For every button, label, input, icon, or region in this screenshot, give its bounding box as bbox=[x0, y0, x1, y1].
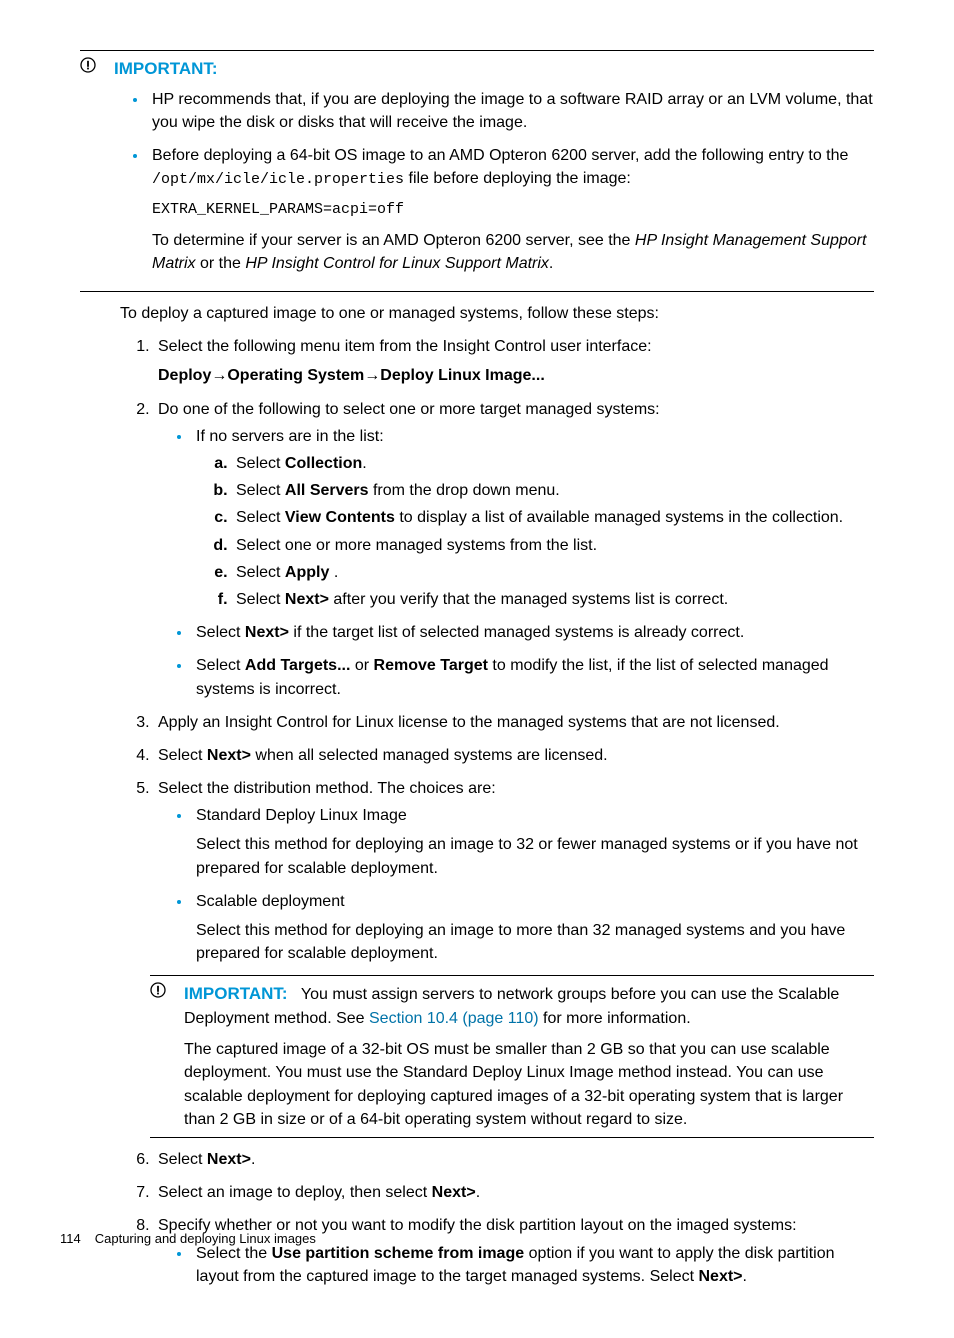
text: after you verify that the managed system… bbox=[329, 591, 728, 608]
option-desc: Select this method for deploying an imag… bbox=[196, 919, 874, 965]
option-name: Scalable deployment bbox=[196, 893, 345, 910]
rule-top bbox=[80, 50, 874, 51]
section-link[interactable]: Section 10.4 (page 110) bbox=[369, 1010, 539, 1027]
intro-text: To deploy a captured image to one or man… bbox=[120, 302, 874, 325]
text: or bbox=[350, 657, 373, 674]
ui-ref: Remove Target bbox=[374, 657, 488, 674]
imp2-para2: The captured image of a 32-bit OS must b… bbox=[184, 1038, 874, 1131]
step5-sub1: Standard Deploy Linux Image Select this … bbox=[192, 804, 874, 880]
text: Before deploying a 64-bit OS image to an… bbox=[152, 147, 848, 164]
menu-seg: Deploy Linux Image... bbox=[380, 367, 544, 384]
imp2-para1: IMPORTANT: You must assign servers to ne… bbox=[184, 982, 874, 1030]
text: Select bbox=[236, 591, 285, 608]
ui-ref: Next> bbox=[207, 747, 251, 764]
rule-imp2-bottom bbox=[150, 1137, 874, 1138]
ui-ref: Next> bbox=[432, 1184, 476, 1201]
text: Select bbox=[196, 657, 245, 674]
important-icon bbox=[150, 982, 166, 1005]
text: Select bbox=[158, 1151, 207, 1168]
ui-ref: Next> bbox=[285, 591, 329, 608]
text: . bbox=[329, 564, 338, 581]
step2-sub1: If no servers are in the list: Select Co… bbox=[192, 425, 874, 611]
text: Do one of the following to select one or… bbox=[158, 401, 660, 418]
step2-b: Select All Servers from the drop down me… bbox=[232, 479, 874, 502]
page-footer: 114 Capturing and deploying Linux images bbox=[60, 1230, 316, 1249]
text: when all selected managed systems are li… bbox=[251, 747, 608, 764]
text: file before deploying the image: bbox=[404, 170, 631, 187]
text: to display a list of available managed s… bbox=[395, 509, 843, 526]
imp1-item-2: Before deploying a 64-bit OS image to an… bbox=[148, 144, 874, 275]
step2-sub2: Select Next> if the target list of selec… bbox=[192, 621, 874, 644]
step-4: Select Next> when all selected managed s… bbox=[154, 744, 874, 767]
step2-d: Select one or more managed systems from … bbox=[232, 534, 874, 557]
ui-ref: Apply bbox=[285, 564, 329, 581]
step5-sub2: Scalable deployment Select this method f… bbox=[192, 890, 874, 966]
text: To determine if your server is an AMD Op… bbox=[152, 232, 635, 249]
text: Select an image to deploy, then select bbox=[158, 1184, 432, 1201]
text: . bbox=[251, 1151, 255, 1168]
ui-ref: Next> bbox=[207, 1151, 251, 1168]
text: from the drop down menu. bbox=[369, 482, 560, 499]
footer-title: Capturing and deploying Linux images bbox=[95, 1231, 316, 1246]
text: . bbox=[476, 1184, 480, 1201]
step2-a: Select Collection. bbox=[232, 452, 874, 475]
step2-e: Select Apply . bbox=[232, 561, 874, 584]
code-path: /opt/mx/icle/icle.properties bbox=[152, 171, 404, 188]
text: . bbox=[549, 255, 553, 272]
ui-ref: All Servers bbox=[285, 482, 369, 499]
text: Select bbox=[236, 564, 285, 581]
text: or the bbox=[196, 255, 246, 272]
step-7: Select an image to deploy, then select N… bbox=[154, 1181, 874, 1204]
text: Select the distribution method. The choi… bbox=[158, 780, 496, 797]
text: for more information. bbox=[539, 1010, 691, 1027]
ui-ref: Next> bbox=[245, 624, 289, 641]
text: Select bbox=[158, 747, 207, 764]
step-5: Select the distribution method. The choi… bbox=[154, 777, 874, 965]
ui-ref: Next> bbox=[698, 1268, 742, 1285]
step-1: Select the following menu item from the … bbox=[154, 335, 874, 387]
menu-seg: Operating System bbox=[227, 367, 364, 384]
option-name: Standard Deploy Linux Image bbox=[196, 807, 407, 824]
page-number: 114 bbox=[60, 1231, 81, 1246]
important-block-1: IMPORTANT: HP recommends that, if you ar… bbox=[80, 57, 874, 285]
text: Select bbox=[236, 455, 285, 472]
ui-ref: View Contents bbox=[285, 509, 395, 526]
menu-seg: Deploy bbox=[158, 367, 211, 384]
important-label: IMPORTANT: bbox=[114, 57, 874, 82]
doc-ref-2: HP Insight Control for Linux Support Mat… bbox=[245, 255, 549, 272]
step2-f: Select Next> after you verify that the m… bbox=[232, 588, 874, 611]
step2-c: Select View Contents to display a list o… bbox=[232, 506, 874, 529]
step-8: Specify whether or not you want to modif… bbox=[154, 1214, 874, 1288]
menu-path: Deploy→Operating System→Deploy Linux Ima… bbox=[158, 364, 874, 387]
text: Select bbox=[196, 624, 245, 641]
important-icon bbox=[80, 57, 96, 80]
text: . bbox=[362, 455, 366, 472]
text: if the target list of selected managed s… bbox=[289, 624, 744, 641]
imp1-item-1: HP recommends that, if you are deploying… bbox=[148, 88, 874, 134]
text: To determine if your server is an AMD Op… bbox=[152, 229, 874, 275]
important-label: IMPORTANT: bbox=[184, 984, 288, 1003]
text: If no servers are in the list: bbox=[196, 428, 384, 445]
rule-mid-1 bbox=[80, 291, 874, 292]
code-block: EXTRA_KERNEL_PARAMS=acpi=off bbox=[152, 199, 874, 221]
text: Select the following menu item from the … bbox=[158, 338, 652, 355]
ui-ref: Add Targets... bbox=[245, 657, 351, 674]
option-desc: Select this method for deploying an imag… bbox=[196, 833, 874, 879]
ui-ref: Collection bbox=[285, 455, 362, 472]
rule-imp2-top bbox=[150, 975, 874, 976]
text: Select bbox=[236, 482, 285, 499]
step-6: Select Next>. bbox=[154, 1148, 874, 1171]
step-3: Apply an Insight Control for Linux licen… bbox=[154, 711, 874, 734]
important-block-2: IMPORTANT: You must assign servers to ne… bbox=[150, 982, 874, 1131]
step2-sub3: Select Add Targets... or Remove Target t… bbox=[192, 654, 874, 700]
step-2: Do one of the following to select one or… bbox=[154, 398, 874, 701]
text: . bbox=[743, 1268, 747, 1285]
text: Select bbox=[236, 509, 285, 526]
